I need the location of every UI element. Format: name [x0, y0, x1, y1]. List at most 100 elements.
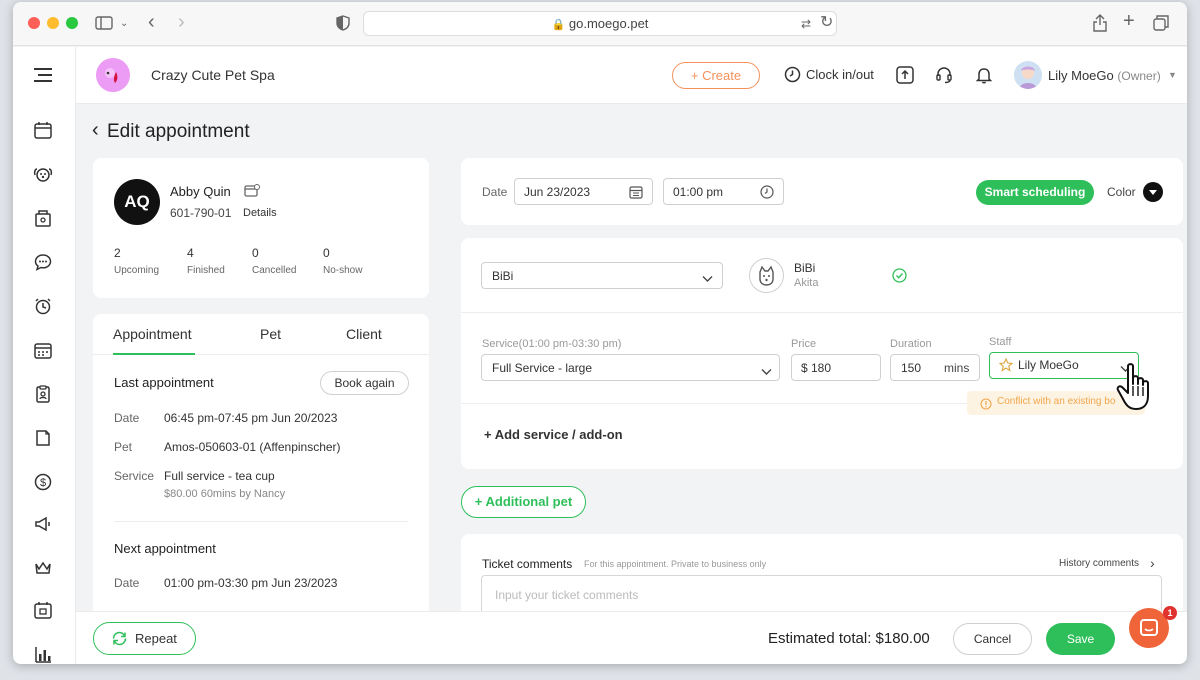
tab-appointment[interactable]: Appointment: [113, 326, 192, 342]
add-service-button[interactable]: + Add service / add-on: [484, 427, 623, 442]
dog-face-icon[interactable]: [32, 165, 54, 187]
color-label: Color: [1107, 185, 1136, 199]
user-name[interactable]: Lily MoeGo (Owner): [1048, 68, 1161, 83]
user-menu-caret-icon[interactable]: ▼: [1168, 70, 1177, 80]
headset-icon[interactable]: [935, 66, 953, 89]
bell-icon[interactable]: [975, 66, 993, 89]
date-input[interactable]: Jun 23/2023: [514, 178, 653, 205]
back-chevron-icon[interactable]: ‹: [92, 119, 99, 142]
hand-cursor-icon: [1116, 362, 1162, 419]
privacy-shield-icon[interactable]: [336, 15, 350, 35]
save-button[interactable]: Save: [1046, 623, 1115, 655]
last-service-detail: $80.00 60mins by Nancy: [164, 488, 286, 500]
client-details-link[interactable]: Details: [243, 207, 277, 219]
staff-label: Staff: [989, 336, 1012, 348]
next-date-label: Date: [114, 576, 140, 590]
chevron-right-icon[interactable]: ›: [1150, 555, 1155, 571]
close-window-dot[interactable]: [28, 17, 40, 29]
sidebar-toggle-icon[interactable]: [95, 15, 113, 35]
ticket-comments-hint: For this appointment. Private to busines…: [584, 559, 767, 569]
forward-nav-icon[interactable]: ›: [178, 12, 185, 32]
divider: [114, 521, 408, 522]
page-title: Edit appointment: [107, 121, 250, 142]
client-avatar: AQ: [114, 179, 160, 225]
schedule-icon[interactable]: [32, 341, 54, 363]
browser-toolbar: ⌄ ‹ › 🔒 go.moego.pet ⇄ ↻ +: [13, 2, 1187, 46]
minimize-window-dot[interactable]: [47, 17, 59, 29]
tab-overview-icon[interactable]: [1153, 15, 1169, 35]
cancel-button[interactable]: Cancel: [953, 623, 1032, 655]
new-tab-icon[interactable]: +: [1123, 11, 1135, 31]
last-service-value: Full service - tea cup: [164, 469, 275, 483]
shop-icon[interactable]: [32, 209, 54, 231]
last-date-value: 06:45 pm-07:45 pm Jun 20/2023: [164, 411, 338, 425]
back-nav-icon[interactable]: ‹: [148, 12, 155, 32]
stat-noshow-label: No-show: [323, 265, 363, 276]
tab-client[interactable]: Client: [346, 326, 382, 342]
calendar-icon[interactable]: [32, 121, 54, 143]
avatar[interactable]: [1014, 61, 1042, 89]
upload-icon[interactable]: [896, 66, 914, 89]
business-logo: [96, 58, 130, 92]
pet-service-card: BiBi BiBi Akita Service(01:00 pm-03:30 p…: [461, 238, 1183, 469]
price-input[interactable]: $ 180: [791, 354, 881, 381]
document-icon[interactable]: [32, 429, 54, 451]
last-appointment-heading: Last appointment: [114, 375, 214, 390]
app-sidebar: $: [13, 47, 76, 664]
bar-chart-icon[interactable]: [32, 645, 54, 664]
user-name-text: Lily MoeGo: [1048, 68, 1114, 83]
message-icon[interactable]: [32, 253, 54, 275]
client-name[interactable]: Abby Quin: [170, 184, 231, 199]
history-comments-link[interactable]: History comments: [1059, 558, 1139, 569]
user-role: (Owner): [1117, 69, 1161, 83]
repeat-icon: [112, 631, 127, 651]
clock-in-out-link[interactable]: Clock in/out: [806, 67, 874, 82]
book-again-button[interactable]: Book again: [320, 371, 409, 395]
report-calendar-icon[interactable]: [32, 601, 54, 623]
clock-picker-icon[interactable]: [760, 185, 774, 202]
dollar-icon[interactable]: $: [32, 473, 54, 495]
business-name[interactable]: Crazy Cute Pet Spa: [151, 67, 275, 83]
time-input[interactable]: 01:00 pm: [663, 178, 784, 205]
additional-pet-button[interactable]: + Additional pet: [461, 486, 586, 518]
tab-pet[interactable]: Pet: [260, 326, 281, 342]
pet-name: BiBi: [794, 261, 816, 275]
maximize-window-dot[interactable]: [66, 17, 78, 29]
chevron-down-icon[interactable]: ⌄: [120, 16, 128, 32]
star-icon: [998, 357, 1014, 375]
stat-noshow-value: 0: [323, 246, 330, 260]
service-label: Service(01:00 pm-03:30 pm): [482, 338, 622, 350]
ticket-comments-placeholder: Input your ticket comments: [495, 588, 639, 602]
clipboard-icon[interactable]: [32, 385, 54, 407]
last-pet-label: Pet: [114, 440, 133, 454]
client-card-icon[interactable]: [244, 184, 260, 202]
repeat-button[interactable]: Repeat: [93, 622, 196, 655]
pet-select[interactable]: BiBi: [481, 262, 723, 289]
time-input-value: 01:00 pm: [673, 185, 724, 199]
client-card: AQ Abby Quin 601-790-01 Details 2 Upcomi…: [93, 158, 429, 298]
alarm-clock-icon[interactable]: [32, 297, 54, 319]
duration-input-value: 150: [901, 361, 922, 375]
share-icon[interactable]: [1093, 14, 1107, 36]
translate-icon[interactable]: ⇄: [801, 16, 811, 32]
menu-icon[interactable]: [32, 66, 54, 88]
divider: [461, 403, 967, 404]
megaphone-icon[interactable]: [32, 515, 54, 537]
svg-text:$: $: [40, 477, 46, 489]
staff-select-value: Lily MoeGo: [1018, 358, 1079, 372]
duration-input[interactable]: 150 mins: [890, 354, 980, 381]
crown-icon[interactable]: [32, 559, 54, 581]
calendar-picker-icon[interactable]: [629, 185, 643, 202]
service-select[interactable]: Full Service - large: [481, 354, 780, 381]
smart-scheduling-button[interactable]: Smart scheduling: [976, 180, 1094, 205]
last-service-label: Service: [114, 469, 155, 483]
create-button[interactable]: + Create: [672, 62, 760, 89]
ticket-comments-input[interactable]: Input your ticket comments: [481, 575, 1162, 611]
reload-icon[interactable]: ↻: [820, 15, 833, 31]
color-picker-button[interactable]: [1143, 182, 1163, 202]
chevron-down-icon: [702, 271, 713, 286]
clock-icon: [784, 66, 801, 88]
next-appointment-heading: Next appointment: [114, 541, 216, 556]
address-bar[interactable]: 🔒 go.moego.pet: [363, 11, 837, 36]
conflict-warning-text: Conflict with an existing bo: [997, 396, 1116, 407]
